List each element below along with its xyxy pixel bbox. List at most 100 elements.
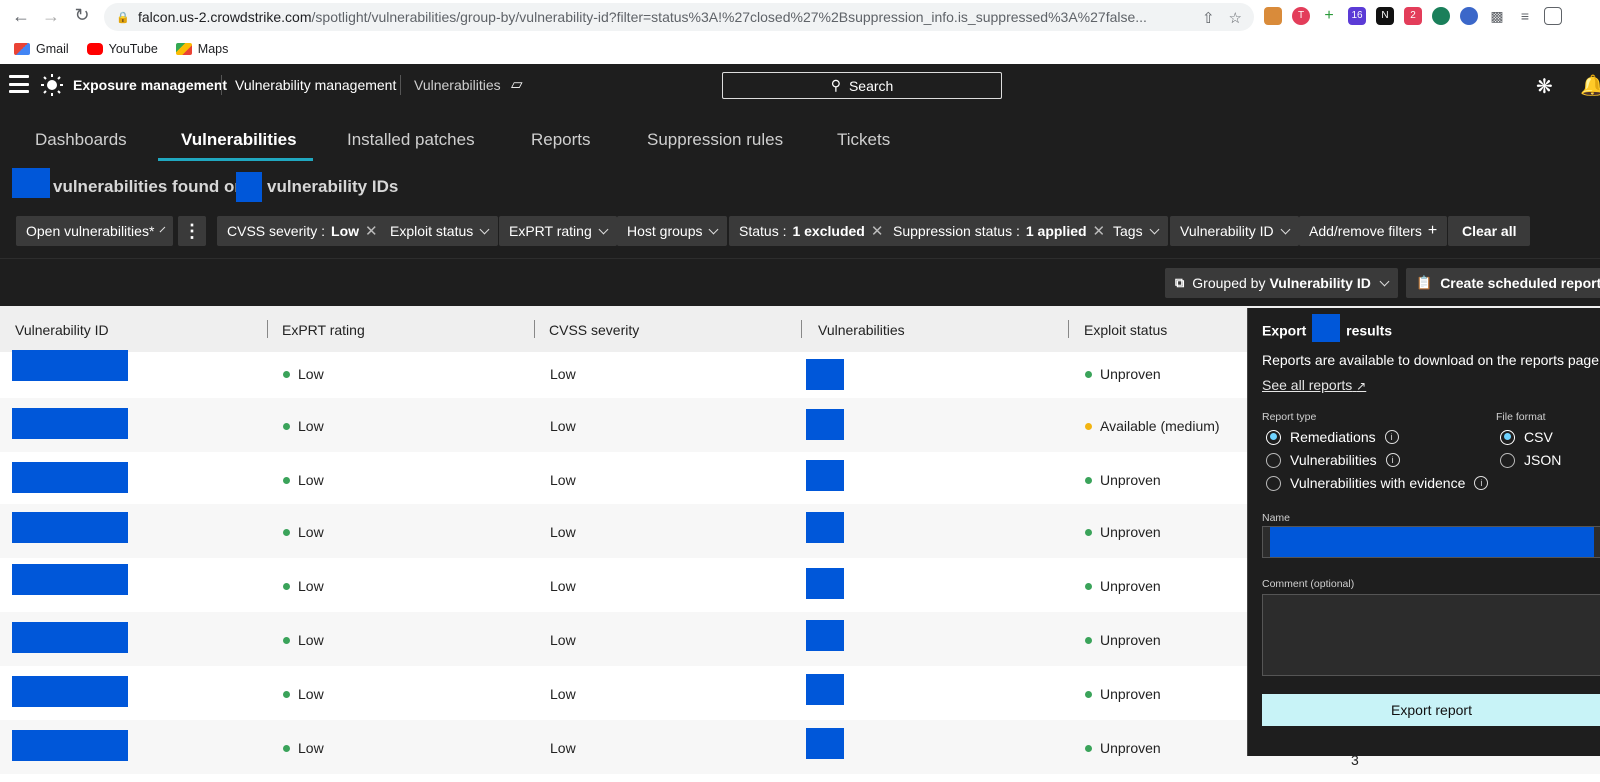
breadcrumb-product[interactable]: Exposure management	[73, 77, 227, 93]
column-exploit-status[interactable]: Exploit status	[1084, 322, 1167, 338]
column-exprt-rating[interactable]: ExPRT rating	[282, 322, 365, 338]
info-icon[interactable]: i	[1474, 476, 1489, 490]
radio-button[interactable]	[1266, 475, 1281, 491]
exploit-value: Unproven	[1100, 524, 1161, 540]
bookmark-page-icon[interactable]: ▱	[511, 75, 523, 93]
filter-suppression-status[interactable]: Suppression status :1 applied ✕	[883, 216, 1116, 246]
redacted-vulnerability-id[interactable]	[12, 730, 128, 761]
column-vulnerabilities[interactable]: Vulnerabilities	[818, 322, 905, 338]
radio-button[interactable]	[1266, 452, 1281, 468]
tab-vulnerabilities[interactable]: Vulnerabilities	[181, 130, 297, 150]
extension-t-icon[interactable]: T	[1292, 7, 1310, 25]
bookmark-star-icon[interactable]: ☆	[1229, 9, 1242, 27]
chip-label: ExPRT rating	[509, 223, 592, 239]
filter-status[interactable]: Status : 1 excluded ✕	[729, 216, 894, 246]
extension-globe-icon[interactable]	[1460, 7, 1478, 25]
bookmark-gmail[interactable]: Gmail	[14, 42, 69, 56]
redacted-vulnerability-id[interactable]	[12, 408, 128, 439]
redacted-vulnerability-id[interactable]	[12, 564, 128, 595]
redacted-vulnerability-id[interactable]	[12, 512, 128, 543]
extension-cookie-icon[interactable]	[1264, 7, 1282, 25]
tab-dashboards[interactable]: Dashboards	[35, 130, 127, 150]
redacted-vulnerability-count[interactable]	[806, 512, 844, 543]
close-icon[interactable]: ✕	[365, 222, 378, 240]
radio-button[interactable]	[1500, 429, 1515, 445]
column-resize-handle[interactable]	[1068, 320, 1069, 338]
filter-host-groups[interactable]: Host groups	[617, 216, 728, 246]
tab-suppression-rules[interactable]: Suppression rules	[647, 130, 783, 150]
saved-filter-dropdown[interactable]: Open vulnerabilities*	[16, 216, 173, 246]
radio-button[interactable]	[1266, 429, 1281, 445]
share-icon[interactable]: ⇧	[1202, 9, 1215, 27]
help-icon[interactable]: ❋	[1536, 74, 1553, 99]
more-options-button[interactable]: ⋮	[178, 216, 206, 246]
group-by-dropdown[interactable]: ⧉ Grouped by Vulnerability ID	[1165, 268, 1398, 298]
export-report-button[interactable]: Export report	[1262, 694, 1600, 726]
redacted-vulnerability-id[interactable]	[12, 676, 128, 707]
radio-json[interactable]: JSON	[1500, 452, 1561, 468]
report-type-label: Report type	[1262, 411, 1317, 423]
filter-cvss-severity[interactable]: CVSS severity : Low ✕	[217, 216, 388, 246]
reading-list-icon[interactable]: ≡	[1516, 7, 1534, 25]
menu-icon[interactable]	[9, 75, 29, 93]
external-link-icon: ↗	[1356, 379, 1367, 393]
column-vulnerability-id[interactable]: Vulnerability ID	[15, 322, 109, 338]
filter-tags[interactable]: Tags	[1103, 216, 1168, 246]
filter-exprt-rating[interactable]: ExPRT rating	[499, 216, 617, 246]
column-resize-handle[interactable]	[267, 320, 268, 338]
redacted-vulnerability-count[interactable]	[806, 460, 844, 491]
extensions-puzzle-icon[interactable]: ▩	[1488, 7, 1506, 25]
address-bar[interactable]: 🔒 falcon.us-2.crowdstrike.com/spotlight/…	[104, 3, 1254, 31]
redacted-vulnerability-id[interactable]	[12, 622, 128, 653]
close-icon[interactable]: ✕	[871, 222, 884, 240]
tab-reports[interactable]: Reports	[531, 130, 591, 150]
redacted-vulnerability-count[interactable]	[806, 359, 844, 390]
radio-csv[interactable]: CSV	[1500, 429, 1553, 445]
bookmark-youtube[interactable]: YouTube	[86, 42, 158, 56]
create-scheduled-report-button[interactable]: 📋 Create scheduled report	[1406, 268, 1600, 298]
global-search[interactable]: ⚲ Search	[722, 72, 1002, 99]
column-cvss-severity[interactable]: CVSS severity	[549, 322, 639, 338]
info-icon[interactable]: i	[1384, 430, 1399, 444]
tab-installed-patches[interactable]: Installed patches	[347, 130, 475, 150]
reload-icon[interactable]: ↻	[67, 5, 97, 26]
redacted-vulnerability-id[interactable]	[12, 350, 128, 381]
radio-remediations[interactable]: Remediations i	[1266, 429, 1399, 445]
breadcrumb-section[interactable]: Vulnerability management	[235, 77, 396, 93]
comment-field[interactable]	[1262, 594, 1600, 676]
redacted-vulnerability-count[interactable]	[806, 674, 844, 705]
redacted-vulnerability-count[interactable]	[806, 409, 844, 440]
side-panel-icon[interactable]	[1544, 7, 1562, 25]
bookmark-maps[interactable]: Maps	[175, 42, 228, 56]
back-icon[interactable]: ←	[6, 6, 36, 27]
file-format-label: File format	[1496, 411, 1546, 423]
extension-plus-icon[interactable]: +	[1320, 7, 1338, 25]
see-all-reports-link[interactable]: See all reports ↗	[1262, 377, 1366, 393]
radio-vulnerabilities-evidence[interactable]: Vulnerabilities with evidence i	[1266, 475, 1489, 491]
extension-shield-icon[interactable]	[1432, 7, 1450, 25]
extension-notion-icon[interactable]: N	[1376, 7, 1394, 25]
redacted-vulnerability-count[interactable]	[806, 620, 844, 651]
radio-vulnerabilities[interactable]: Vulnerabilities i	[1266, 452, 1400, 468]
tab-tickets[interactable]: Tickets	[837, 130, 890, 150]
redacted-vulnerability-count[interactable]	[806, 568, 844, 599]
bookmark-label: Gmail	[36, 42, 69, 56]
add-remove-filters-button[interactable]: Add/remove filters +	[1299, 216, 1448, 246]
extension-cap-icon[interactable]: 16	[1348, 7, 1366, 25]
radio-button[interactable]	[1500, 452, 1515, 468]
redacted-vulnerability-count[interactable]	[806, 728, 844, 759]
report-name-field[interactable]	[1262, 526, 1600, 558]
column-resize-handle[interactable]	[801, 320, 802, 338]
status-dot-icon	[283, 744, 290, 752]
filter-exploit-status[interactable]: Exploit status	[380, 216, 499, 246]
forward-icon[interactable]: →	[36, 6, 66, 27]
redacted-vulnerability-id[interactable]	[12, 462, 128, 493]
column-resize-handle[interactable]	[534, 320, 535, 338]
exploit-value: Unproven	[1100, 472, 1161, 488]
clear-all-button[interactable]: Clear all	[1448, 216, 1531, 246]
notification-bell-icon[interactable]: 🔔	[1580, 73, 1600, 98]
filter-vulnerability-id[interactable]: Vulnerability ID	[1170, 216, 1299, 246]
bookmarks-bar: Gmail YouTube Maps	[0, 34, 1600, 64]
extension-badge-icon[interactable]: 2	[1404, 7, 1422, 25]
info-icon[interactable]: i	[1385, 453, 1400, 467]
